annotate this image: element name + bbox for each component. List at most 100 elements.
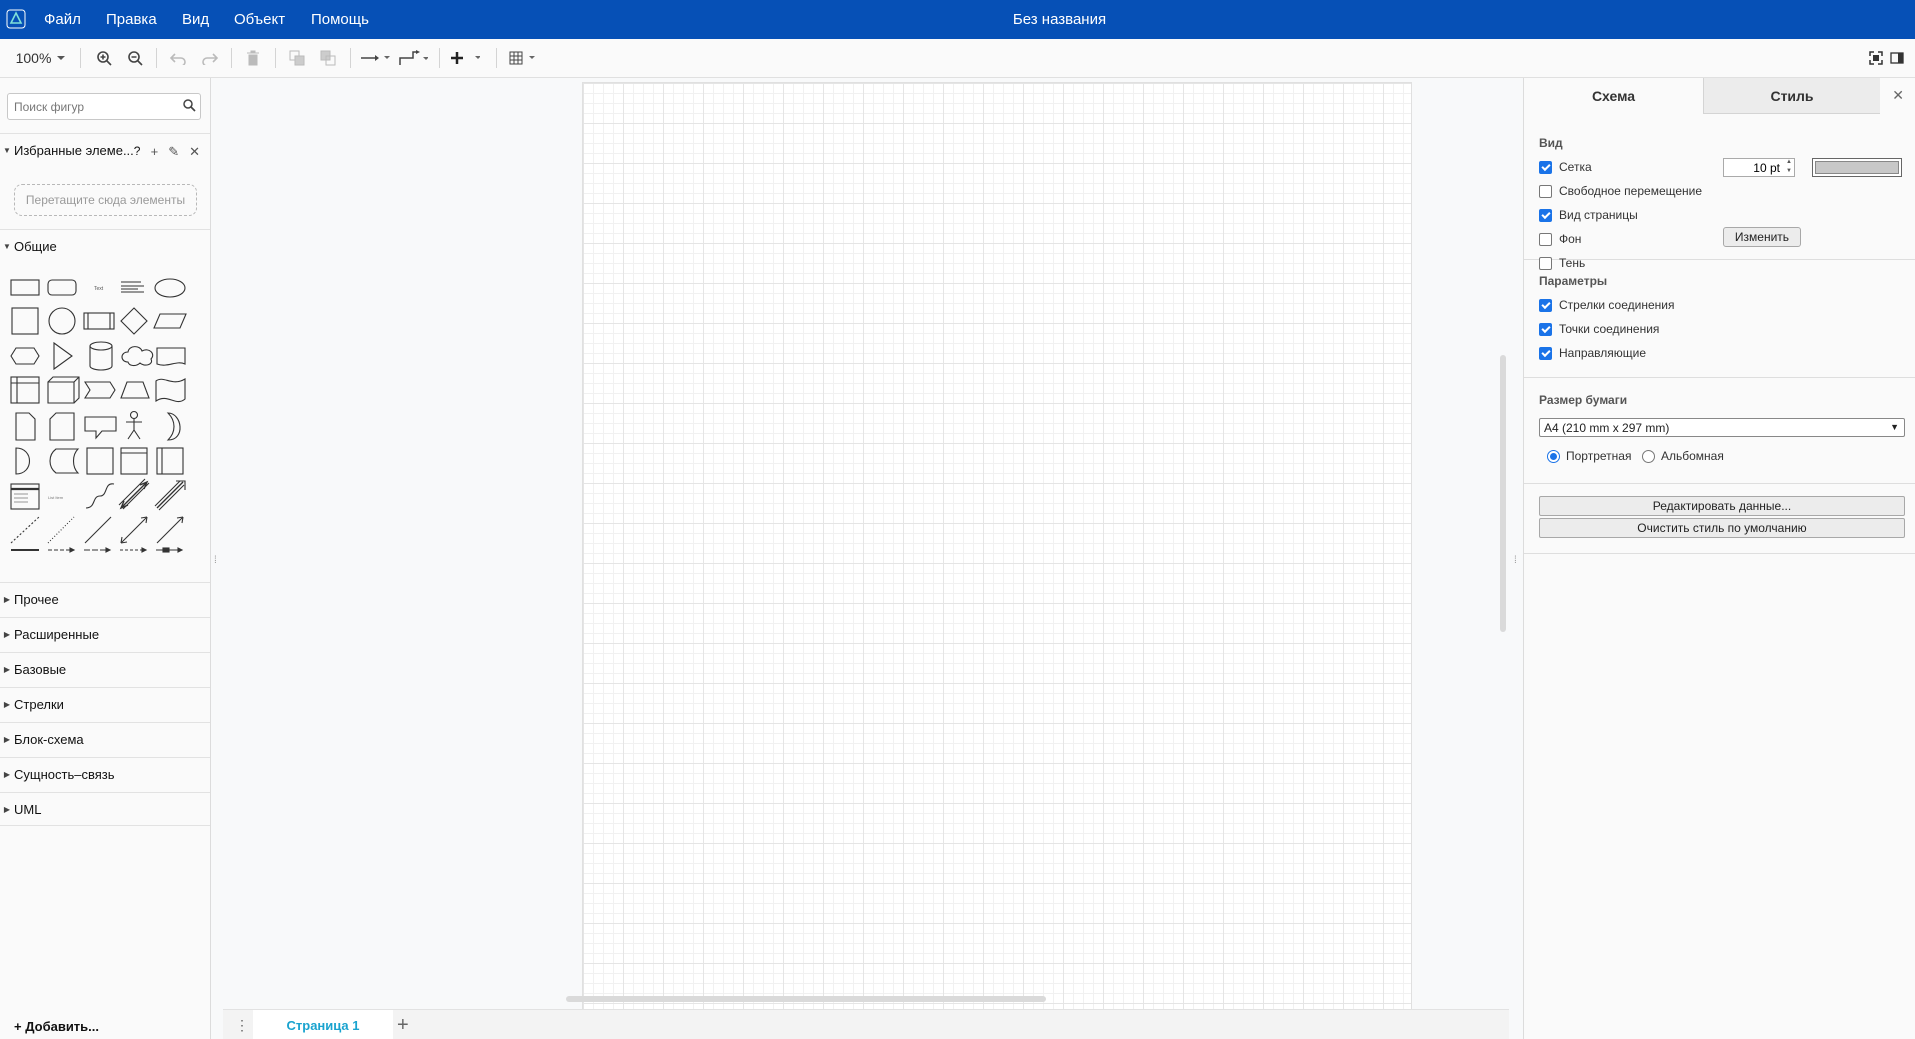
zoom-in-button[interactable] bbox=[94, 48, 114, 68]
zoom-out-button[interactable] bbox=[125, 48, 145, 68]
shape-actor[interactable] bbox=[126, 410, 142, 440]
shape-swimlane[interactable] bbox=[156, 447, 184, 475]
favorites-help[interactable]: ? bbox=[134, 144, 141, 158]
add-icon[interactable]: + bbox=[151, 144, 159, 160]
edit-icon[interactable]: ✎ bbox=[168, 144, 179, 160]
checkbox[interactable] bbox=[1539, 322, 1552, 336]
app-logo-icon[interactable] bbox=[6, 9, 26, 29]
shape-bidirectional-arrow[interactable] bbox=[118, 478, 150, 510]
to-back-button[interactable] bbox=[318, 48, 338, 68]
shape-cloud[interactable] bbox=[121, 346, 154, 367]
checkbox[interactable] bbox=[1539, 298, 1552, 312]
page-view-option[interactable]: Вид страницы bbox=[1539, 208, 1638, 222]
section-misc[interactable]: ▶ Прочее bbox=[0, 582, 210, 616]
section-basic[interactable]: ▶ Базовые bbox=[0, 652, 210, 686]
undo-button[interactable] bbox=[168, 48, 188, 68]
search-shapes-input[interactable] bbox=[7, 93, 201, 120]
shape-data-storage[interactable] bbox=[49, 448, 80, 474]
shape-triangle[interactable] bbox=[53, 341, 73, 371]
shape-list[interactable] bbox=[10, 483, 40, 510]
shape-trapezoid[interactable] bbox=[120, 381, 150, 399]
shape-internal-storage[interactable] bbox=[10, 376, 40, 404]
paper-size-select[interactable]: A4 (210 mm x 297 mm) ▼ bbox=[1539, 418, 1905, 437]
clear-default-style-button[interactable]: Очистить стиль по умолчанию bbox=[1539, 518, 1905, 538]
to-front-button[interactable] bbox=[287, 48, 307, 68]
portrait-option[interactable]: Портретная bbox=[1547, 449, 1631, 463]
radio-button[interactable] bbox=[1547, 449, 1560, 463]
shape-dotted-line[interactable] bbox=[47, 516, 75, 544]
shape-note[interactable] bbox=[15, 412, 36, 441]
shape-tape[interactable] bbox=[155, 378, 186, 403]
shape-diamond[interactable] bbox=[120, 307, 148, 335]
shape-textbox[interactable] bbox=[121, 281, 144, 293]
shape-callout[interactable] bbox=[84, 416, 117, 440]
pages-menu-icon[interactable]: ⋮ bbox=[235, 1017, 249, 1034]
spin-up-icon[interactable]: ▲ bbox=[1784, 158, 1794, 167]
shape-connector-2-labels[interactable] bbox=[120, 547, 148, 553]
shape-card[interactable] bbox=[49, 412, 75, 441]
free-move-option[interactable]: Свободное перемещение bbox=[1539, 184, 1702, 198]
shape-container-header[interactable] bbox=[120, 447, 148, 475]
shape-ellipse[interactable] bbox=[154, 278, 186, 298]
page-tab-current[interactable]: Страница 1 bbox=[253, 1010, 393, 1039]
section-entity-relation[interactable]: ▶ Сущность–связь bbox=[0, 757, 210, 791]
checkbox[interactable] bbox=[1539, 208, 1552, 222]
shape-connector-label[interactable] bbox=[84, 547, 112, 553]
grid-option[interactable]: Сетка bbox=[1539, 160, 1592, 174]
shape-or[interactable] bbox=[166, 412, 181, 441]
horizontal-scrollbar[interactable] bbox=[566, 996, 1046, 1002]
diagram-canvas[interactable] bbox=[223, 78, 1509, 1009]
add-more-shapes-button[interactable]: + Добавить... bbox=[14, 1019, 99, 1034]
section-arrows[interactable]: ▶ Стрелки bbox=[0, 687, 210, 721]
radio-button[interactable] bbox=[1642, 449, 1655, 463]
change-background-button[interactable]: Изменить bbox=[1723, 227, 1801, 247]
waypoints-button[interactable] bbox=[398, 48, 428, 68]
shape-process[interactable] bbox=[83, 312, 115, 330]
menu-file[interactable]: Файл bbox=[44, 11, 81, 28]
close-panel-icon[interactable]: ✕ bbox=[1892, 87, 1904, 104]
shape-rounded-rectangle[interactable] bbox=[47, 279, 77, 296]
checkbox[interactable] bbox=[1539, 346, 1552, 360]
section-uml[interactable]: ▶ UML bbox=[0, 792, 210, 826]
format-panel-toggle-button[interactable] bbox=[1889, 48, 1905, 68]
checkbox[interactable] bbox=[1539, 232, 1552, 246]
checkbox[interactable] bbox=[1539, 184, 1552, 198]
section-advanced[interactable]: ▶ Расширенные bbox=[0, 617, 210, 651]
background-option[interactable]: Фон bbox=[1539, 232, 1581, 246]
shape-connector-dashed-arrow[interactable] bbox=[48, 547, 76, 553]
insert-button[interactable] bbox=[450, 48, 480, 68]
shape-step[interactable] bbox=[84, 381, 116, 399]
section-flowchart[interactable]: ▶ Блок-схема bbox=[0, 722, 210, 756]
left-splitter-handle[interactable]: ⁞ bbox=[214, 555, 217, 566]
shape-connector-3-labels[interactable] bbox=[156, 547, 184, 553]
search-icon[interactable] bbox=[183, 99, 196, 112]
shape-bidirectional-connector[interactable] bbox=[120, 516, 148, 544]
shape-text[interactable]: Text bbox=[94, 286, 104, 292]
grid-color-swatch[interactable] bbox=[1812, 158, 1902, 177]
landscape-option[interactable]: Альбомная bbox=[1642, 449, 1724, 463]
shape-container[interactable] bbox=[86, 447, 114, 475]
shape-curve[interactable] bbox=[85, 483, 115, 509]
shape-document[interactable] bbox=[156, 347, 186, 366]
guides-option[interactable]: Направляющие bbox=[1539, 346, 1646, 360]
tab-diagram[interactable]: Схема bbox=[1524, 78, 1703, 114]
favorites-section-header[interactable]: ▼ Избранные элеме... ? + ✎ ✕ bbox=[0, 133, 210, 167]
grid-size-spinner[interactable]: ▲ ▼ bbox=[1784, 158, 1794, 177]
shape-line[interactable] bbox=[84, 516, 112, 544]
connection-arrows-option[interactable]: Стрелки соединения bbox=[1539, 298, 1674, 312]
connection-points-option[interactable]: Точки соединения bbox=[1539, 322, 1659, 336]
favorites-dropzone[interactable]: Перетащите сюда элементы bbox=[14, 184, 197, 216]
shape-cylinder[interactable] bbox=[89, 341, 113, 371]
right-splitter-handle[interactable]: ⁞ bbox=[1514, 555, 1517, 566]
tab-style[interactable]: Стиль bbox=[1703, 78, 1880, 114]
shape-cube[interactable] bbox=[47, 376, 80, 404]
checkbox[interactable] bbox=[1539, 160, 1552, 174]
fullscreen-button[interactable] bbox=[1868, 48, 1884, 68]
shape-circle[interactable] bbox=[48, 307, 76, 335]
table-button[interactable] bbox=[509, 48, 539, 68]
shape-parallelogram[interactable] bbox=[153, 313, 187, 329]
shape-square[interactable] bbox=[11, 307, 39, 335]
shape-arrow[interactable] bbox=[154, 480, 186, 511]
drawing-page[interactable] bbox=[582, 82, 1412, 1009]
general-section-header[interactable]: ▼ Общие bbox=[0, 229, 210, 263]
